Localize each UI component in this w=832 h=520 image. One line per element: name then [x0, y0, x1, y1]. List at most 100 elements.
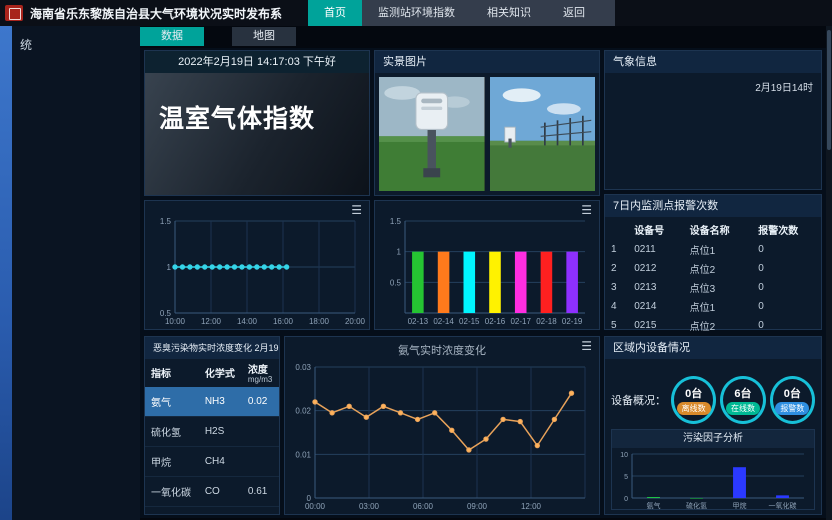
factor-analysis-title: 污染因子分析	[612, 430, 814, 448]
alarm-panel: 7日内监测点报警次数 设备号 设备名称 报警次数 10211点位1020212点…	[604, 194, 822, 330]
weather-timestamp: 2月19日14时	[755, 79, 813, 94]
svg-text:甲烷: 甲烷	[733, 501, 747, 509]
ammonia-chart: 00.010.020.0300:0003:0006:0009:0012:00	[287, 359, 595, 512]
nav-back[interactable]: 返回	[547, 0, 601, 26]
chart-menu-icon[interactable]: ☰	[581, 339, 592, 353]
odor-panel: 恶臭污染物实时浓度变化 2月19日14时 指标 化学式 浓度mg/m3 氨气NH…	[144, 336, 280, 515]
nav-station-index[interactable]: 监测站环境指数	[362, 0, 471, 26]
odor-col-value: 浓度mg/m3	[242, 361, 279, 387]
station-photo-2	[490, 77, 596, 191]
nav-home[interactable]: 首页	[308, 0, 362, 26]
svg-text:1.5: 1.5	[160, 217, 172, 226]
gas-trend-panel: ☰ 0.511.510:0012:0014:0016:0018:0020:00	[144, 200, 370, 330]
station-photo-1	[379, 77, 485, 191]
device-overview-label: 设备概况：	[611, 392, 669, 408]
svg-text:1: 1	[167, 263, 172, 272]
top-bar: 海南省乐东黎族自治县大气环境状况实时发布系 首页 监测站环境指数 相关知识 返回	[0, 0, 832, 26]
gas-trend-chart: 0.511.510:0012:0014:0016:0018:0020:00	[147, 213, 365, 327]
svg-text:02-17: 02-17	[510, 317, 531, 326]
sidebar: 统	[12, 26, 140, 520]
svg-text:20:00: 20:00	[345, 317, 365, 326]
alarm-count-circle: 0台 报警数	[770, 376, 815, 424]
chart-menu-icon[interactable]: ☰	[351, 203, 362, 217]
svg-text:03:00: 03:00	[359, 502, 380, 511]
odor-table-body: 氨气NH30.02硫化氢H2S甲烷CH4一氧化碳CO0.61	[145, 387, 279, 507]
page-title: 温室气体指数	[145, 73, 369, 135]
svg-text:1.5: 1.5	[390, 217, 402, 226]
chart-menu-icon[interactable]: ☰	[581, 203, 592, 217]
table-row: 30213点位30	[605, 278, 821, 297]
svg-text:02-13: 02-13	[408, 317, 429, 326]
svg-text:12:00: 12:00	[201, 317, 222, 326]
offline-label: 离线数	[677, 402, 711, 415]
alarm-label: 报警数	[775, 402, 809, 415]
sidebar-label: 统	[12, 26, 140, 53]
tab-data[interactable]: 数据	[140, 27, 204, 46]
svg-text:14:00: 14:00	[237, 317, 258, 326]
svg-text:10:00: 10:00	[165, 317, 186, 326]
odor-unit: mg/m3	[248, 376, 275, 385]
svg-text:0.5: 0.5	[390, 278, 402, 287]
table-row: 50215点位20	[605, 316, 821, 335]
svg-text:5: 5	[624, 474, 628, 481]
photos-panel: 实景图片	[374, 50, 600, 196]
table-row: 40214点位10	[605, 297, 821, 316]
datetime-header: 2022年2月19日 14:17:03 下午好	[145, 51, 369, 73]
svg-text:09:00: 09:00	[467, 502, 488, 511]
ammonia-chart-title: 氨气实时浓度变化	[285, 342, 599, 358]
svg-text:02-19: 02-19	[562, 317, 583, 326]
svg-text:1: 1	[397, 248, 402, 257]
odor-table: 指标 化学式 浓度mg/m3 氨气NH30.02硫化氢H2S甲烷CH4一氧化碳C…	[145, 361, 279, 507]
alarm-table-header: 设备号 设备名称 报警次数	[605, 219, 821, 240]
alarm-col-index	[605, 219, 628, 240]
daily-bars-panel: ☰ 0.511.502-1302-1402-1502-1602-1702-180…	[374, 200, 600, 330]
ammonia-panel: ☰ 氨气实时浓度变化 00.010.020.0300:0003:0006:000…	[284, 336, 600, 515]
list-item[interactable]: 一氧化碳CO0.61	[145, 476, 279, 506]
main-nav: 首页 监测站环境指数 相关知识 返回	[308, 0, 615, 26]
table-row: 20212点位20	[605, 259, 821, 278]
weather-panel-title: 气象信息	[605, 51, 821, 73]
scrollbar-thumb[interactable]	[827, 30, 831, 150]
table-row: 10211点位10	[605, 240, 821, 259]
devices-panel-title: 区域内设备情况	[605, 337, 821, 359]
svg-text:16:00: 16:00	[273, 317, 294, 326]
svg-text:02-15: 02-15	[459, 317, 480, 326]
list-item[interactable]: 硫化氢H2S	[145, 416, 279, 446]
list-item[interactable]: 氨气NH30.02	[145, 387, 279, 417]
devices-panel: 区域内设备情况 设备概况： 0台 离线数 6台 在线数 0台 报警数 污染因子分…	[604, 336, 822, 515]
svg-text:氨气: 氨气	[647, 501, 661, 509]
list-item[interactable]: 甲烷CH4	[145, 446, 279, 476]
alarm-col-device-name: 设备名称	[684, 219, 753, 240]
view-tabs: 数据 地图	[140, 27, 296, 46]
svg-text:硫化氢: 硫化氢	[686, 501, 707, 509]
svg-text:00:00: 00:00	[305, 502, 326, 511]
svg-text:18:00: 18:00	[309, 317, 330, 326]
svg-text:02-14: 02-14	[433, 317, 454, 326]
tab-map[interactable]: 地图	[232, 27, 296, 46]
svg-text:0.02: 0.02	[295, 407, 311, 416]
alarm-col-device-id: 设备号	[628, 219, 683, 240]
app-logo	[5, 5, 23, 21]
odor-table-header: 指标 化学式 浓度mg/m3	[145, 361, 279, 387]
offline-count: 0台	[685, 385, 702, 401]
vertical-scrollbar[interactable]	[826, 26, 832, 520]
photos-panel-title: 实景图片	[375, 51, 599, 73]
alarm-count: 0台	[784, 385, 801, 401]
alarm-col-count: 报警次数	[752, 219, 821, 240]
factor-analysis-chart: 0510氨气硫化氢甲烷一氧化碳	[612, 450, 812, 509]
online-count-circle: 6台 在线数	[720, 376, 765, 424]
alarm-panel-title: 7日内监测点报警次数	[605, 195, 821, 217]
greeting-body: 温室气体指数	[145, 73, 369, 195]
svg-text:12:00: 12:00	[521, 502, 542, 511]
factor-analysis-panel: 污染因子分析 0510氨气硫化氢甲烷一氧化碳	[611, 429, 815, 510]
svg-text:0.01: 0.01	[295, 450, 311, 459]
alarm-table: 设备号 设备名称 报警次数 10211点位1020212点位2030213点位3…	[605, 219, 821, 354]
greeting-panel: 2022年2月19日 14:17:03 下午好 温室气体指数	[144, 50, 370, 196]
odor-col-formula: 化学式	[199, 361, 242, 387]
main-content: 2022年2月19日 14:17:03 下午好 温室气体指数 实景图片	[140, 48, 826, 518]
svg-text:10: 10	[620, 452, 628, 459]
odor-col-indicator: 指标	[145, 361, 199, 387]
online-label: 在线数	[726, 402, 760, 415]
nav-knowledge[interactable]: 相关知识	[471, 0, 547, 26]
daily-bars-chart: 0.511.502-1302-1402-1502-1602-1702-1802-…	[377, 213, 595, 327]
